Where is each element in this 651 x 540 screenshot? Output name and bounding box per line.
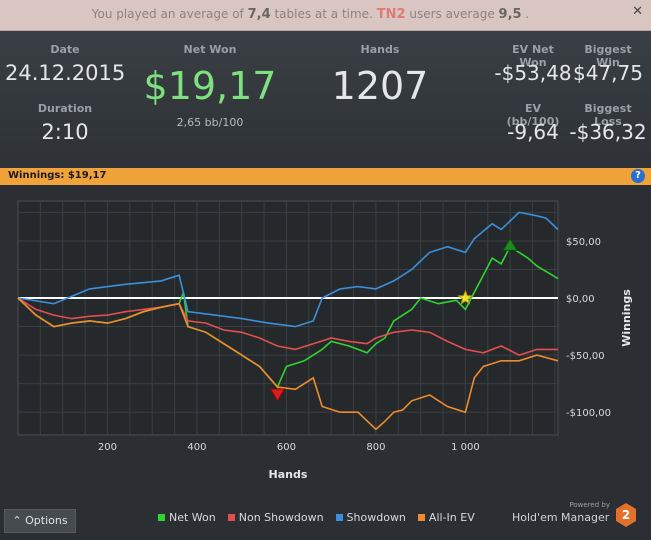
net-won-value: $19,17: [143, 64, 277, 108]
brand-block: Powered by Hold'em Manager: [512, 501, 612, 531]
date-value: 24.12.2015: [5, 61, 126, 85]
net-won-swatch: [158, 514, 165, 521]
ev-bb-value: -9,64: [507, 120, 559, 144]
x-tick-label: 200: [98, 442, 117, 453]
duration-value: 2:10: [41, 120, 89, 144]
legend-item-showdown[interactable]: Showdown: [335, 511, 406, 524]
legend-item-all-in-ev[interactable]: All-In EV: [417, 511, 475, 524]
winnings-bar: Winnings: $19,17 ?: [0, 168, 651, 185]
y-tick-label: -$50,00: [566, 351, 605, 362]
brand-name: Hold'em Manager: [512, 511, 610, 524]
hands-value: 1207: [331, 64, 429, 108]
options-button[interactable]: ⌃ Options: [4, 509, 76, 533]
x-axis-title: Hands: [269, 468, 308, 481]
close-icon[interactable]: ✕: [632, 4, 643, 19]
legend-item-net-won[interactable]: Net Won: [158, 511, 216, 524]
winnings-title: Winnings: $19,17: [8, 170, 107, 181]
winnings-chart: 200 400 600 800 1 000 $50,00 $0,00 -$50,00 -$100…: [17, 200, 633, 481]
x-tick-label: 1 000: [451, 442, 480, 453]
powered-by-text: Powered by: [569, 501, 610, 509]
session-stats-panel: Date 24.12.2015 Duration 2:10 Net Won $1…: [0, 31, 651, 168]
x-tick-label: 800: [366, 442, 385, 453]
site-name: TN2: [376, 7, 406, 22]
y-tick-label: $0,00: [566, 294, 595, 305]
avg-tables-value: 7,4: [247, 7, 271, 22]
chart-legend: Net Won Non Showdown Showdown All-In EV: [158, 511, 475, 524]
biggest-win-value: $47,75: [573, 61, 643, 85]
biggest-loss-value: -$36,32: [569, 120, 647, 144]
help-icon[interactable]: ?: [631, 169, 645, 183]
duration-label: Duration: [37, 102, 93, 115]
x-tick-label: 600: [277, 442, 296, 453]
x-tick-label: 400: [187, 442, 206, 453]
bb-per-100-value: 2,65 bb/100: [176, 116, 244, 129]
date-label: Date: [50, 43, 80, 56]
notice-text: You played an average of 7,4 tables at a…: [91, 7, 530, 22]
users-average-value: 9,5: [498, 7, 522, 22]
winnings-chart-area: 200 400 600 800 1 000 $50,00 $0,00 -$50,00 -$100…: [0, 185, 651, 536]
net-won-label: Net Won: [183, 43, 237, 56]
y-axis-title: Winnings: [620, 289, 633, 347]
all-in-ev-swatch: [417, 514, 425, 521]
y-tick-label: $50,00: [566, 237, 601, 248]
non-showdown-swatch: [227, 514, 235, 521]
ev-net-won-value: -$53,48: [494, 61, 572, 85]
legend-item-non-showdown[interactable]: Non Showdown: [227, 511, 324, 524]
average-tables-notice: You played an average of 7,4 tables at a…: [0, 0, 651, 31]
hands-label: Hands: [360, 43, 400, 56]
showdown-swatch: [335, 514, 343, 521]
y-tick-label: -$100,00: [566, 408, 611, 419]
